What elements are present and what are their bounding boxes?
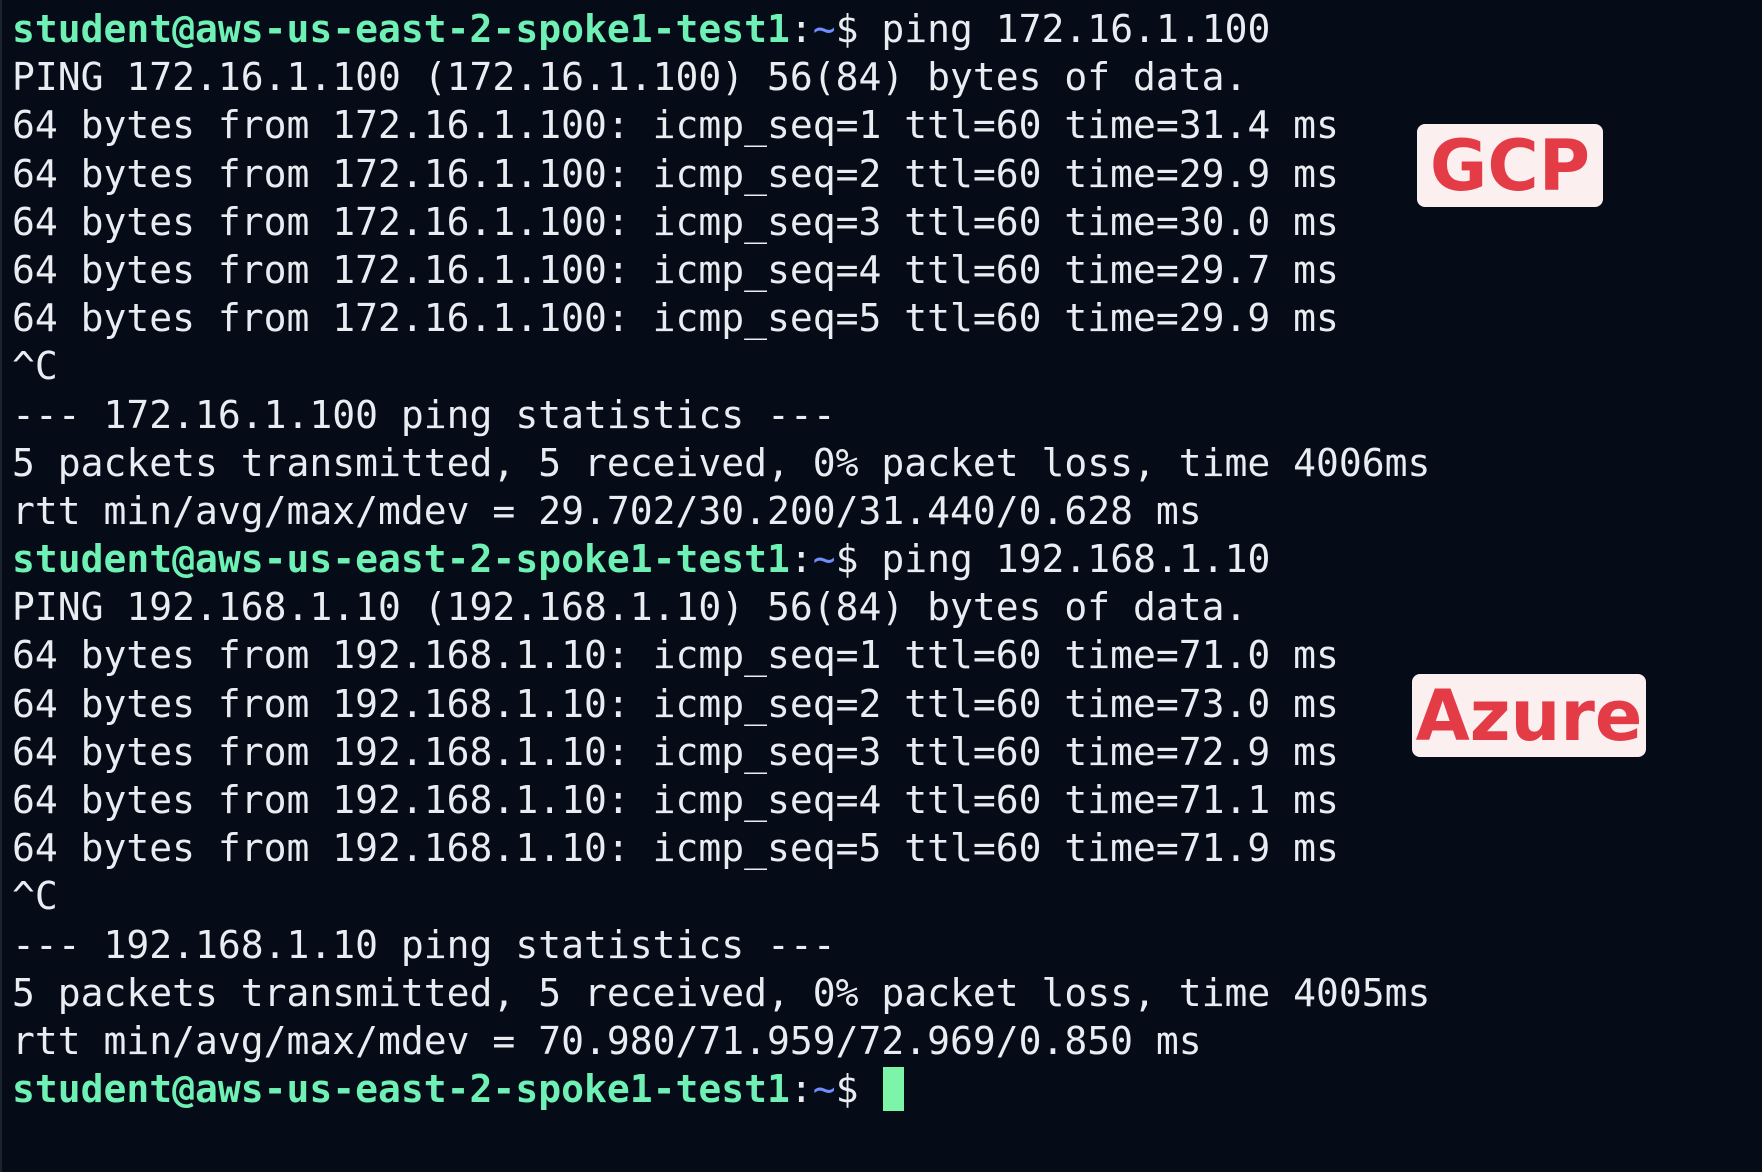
output-line: 64 bytes from 172.16.1.100: icmp_seq=2 t… [12, 151, 1339, 196]
terminal-window[interactable]: student@aws-us-east-2-spoke1-test1:~$ pi… [0, 0, 1762, 1172]
command-text: ping 172.16.1.100 [858, 7, 1271, 51]
prompt-dollar: $ [835, 1067, 859, 1112]
output-line: PING 172.16.1.100 (172.16.1.100) 56(84) … [12, 55, 1248, 100]
prompt-user-host: student@aws-us-east-2-spoke1-test1 [12, 537, 790, 582]
prompt-path: ~ [812, 537, 836, 582]
output-line: 64 bytes from 172.16.1.100: icmp_seq=4 t… [12, 247, 1339, 292]
terminal-cursor[interactable] [883, 1067, 905, 1112]
prompt-colon: : [789, 7, 813, 51]
prompt-colon: : [789, 537, 813, 582]
output-line: 5 packets transmitted, 5 received, 0% pa… [12, 970, 1431, 1015]
output-line: ^C [12, 874, 58, 919]
terminal-output: student@aws-us-east-2-spoke1-test1:~$ pi… [12, 5, 1430, 1113]
prompt-colon: : [789, 1067, 813, 1112]
output-line: 64 bytes from 192.168.1.10: icmp_seq=4 t… [12, 778, 1339, 822]
output-line: rtt min/avg/max/mdev = 29.702/30.200/31.… [12, 488, 1202, 533]
output-line: --- 172.16.1.100 ping statistics --- [12, 392, 836, 437]
output-line: 64 bytes from 192.168.1.10: icmp_seq=5 t… [12, 826, 1339, 871]
prompt-dollar: $ [835, 537, 859, 582]
output-line: 64 bytes from 172.16.1.100: icmp_seq=5 t… [12, 296, 1339, 341]
output-line: --- 192.168.1.10 ping statistics --- [12, 922, 836, 967]
output-line: 64 bytes from 192.168.1.10: icmp_seq=3 t… [12, 729, 1339, 774]
output-line: 64 bytes from 192.168.1.10: icmp_seq=1 t… [12, 633, 1339, 678]
prompt-dollar: $ [835, 7, 859, 51]
azure-label-badge: Azure [1412, 674, 1646, 757]
prompt-line: student@aws-us-east-2-spoke1-test1:~$ pi… [12, 5, 1430, 53]
output-line: rtt min/avg/max/mdev = 70.980/71.959/72.… [12, 1018, 1202, 1063]
output-line: PING 192.168.1.10 (192.168.1.10) 56(84) … [12, 585, 1248, 630]
command-text: ping 192.168.1.10 [858, 537, 1271, 582]
output-line: 5 packets transmitted, 5 received, 0% pa… [12, 440, 1431, 485]
gcp-label-badge: GCP [1417, 124, 1603, 207]
prompt-user-host: student@aws-us-east-2-spoke1-test1 [12, 1067, 790, 1112]
command-text [859, 1067, 882, 1111]
output-line: 64 bytes from 172.16.1.100: icmp_seq=1 t… [12, 103, 1339, 148]
output-line: 64 bytes from 172.16.1.100: icmp_seq=3 t… [12, 199, 1339, 244]
output-line: ^C [12, 344, 58, 389]
prompt-user-host: student@aws-us-east-2-spoke1-test1 [12, 7, 790, 51]
prompt-path: ~ [812, 7, 836, 51]
output-line: 64 bytes from 192.168.1.10: icmp_seq=2 t… [12, 681, 1339, 726]
prompt-line: student@aws-us-east-2-spoke1-test1:~$ [12, 1065, 1430, 1113]
prompt-line: student@aws-us-east-2-spoke1-test1:~$ pi… [12, 535, 1430, 583]
prompt-path: ~ [812, 1067, 836, 1112]
